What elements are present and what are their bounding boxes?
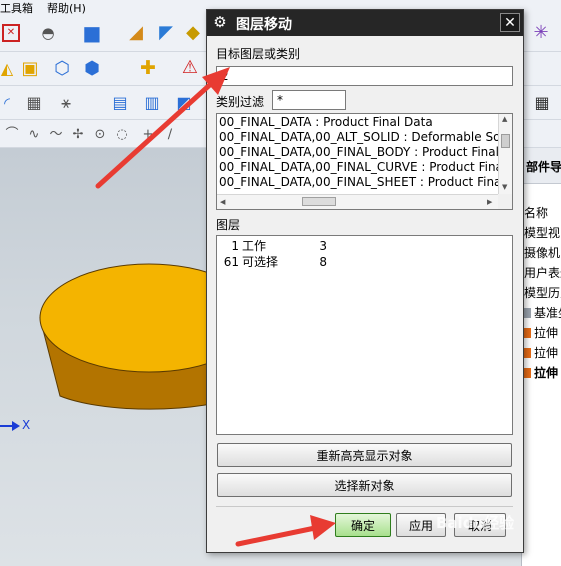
list-item[interactable]: 61 可选择 8	[219, 253, 327, 270]
list-item[interactable]: 00_FINAL_DATA : Product Final Data	[219, 115, 433, 129]
extrude-icon	[524, 328, 531, 338]
circle-icon[interactable]: ⊙	[92, 124, 108, 144]
scroll-thumb[interactable]	[501, 134, 510, 148]
spline-icon[interactable]: ∿	[26, 124, 42, 144]
category-list[interactable]: 00_FINAL_DATA : Product Final Data 00_FI…	[216, 113, 513, 210]
layer-move-icon[interactable]: ✚	[136, 56, 160, 80]
offset-face-icon[interactable]: ◤	[154, 22, 178, 44]
wave-icon[interactable]: 〜	[48, 124, 64, 144]
dialog-title: 图层移动	[236, 17, 292, 33]
grid-surface-icon[interactable]: ▥	[140, 92, 164, 114]
close-icon: ✕	[504, 14, 516, 31]
line-icon[interactable]: ∕	[162, 124, 178, 144]
list-item[interactable]: 00_FINAL_DATA,00_ALT_SOLID : Deformable …	[219, 130, 504, 144]
warning-icon[interactable]: ⚠	[178, 56, 202, 80]
nav-item-extrude-1[interactable]: 拉伸	[522, 324, 561, 344]
table-icon[interactable]: ▦	[530, 92, 554, 114]
point-icon[interactable]: ✢	[70, 124, 86, 144]
target-layer-label: 目标图层或类别	[216, 47, 301, 61]
trim-icon[interactable]: ◩	[172, 92, 196, 114]
nav-item-history[interactable]: 模型历史记录	[522, 284, 561, 304]
part-navigator: 部件导航器 名称 模型视图 摄像机 用户表达式 模型历史记录 基准坐标系 拉伸 …	[521, 148, 561, 566]
dialog-titlebar[interactable]: ⚙ 图层移动 ✕	[207, 10, 523, 36]
ellipse-icon[interactable]: ◌	[114, 124, 130, 144]
target-layer-input[interactable]	[216, 66, 513, 86]
scroll-down-icon[interactable]: ▼	[502, 183, 507, 191]
select-new-objects-button[interactable]: 选择新对象	[217, 473, 512, 497]
category-vertical-scrollbar[interactable]: ▲ ▼	[498, 114, 512, 194]
x-axis-arrow-icon	[12, 421, 20, 431]
gear-icon[interactable]: ⚙	[211, 13, 229, 31]
nav-item-datum[interactable]: 基准坐标系	[522, 304, 561, 324]
shell-icon[interactable]: ▣	[18, 58, 42, 80]
block-icon[interactable]: ■	[80, 22, 104, 44]
extrude-icon	[524, 348, 531, 358]
list-item[interactable]: 00_FINAL_DATA,00_FINAL_CURVE : Product F…	[219, 160, 506, 174]
category-horizontal-scrollbar[interactable]: ◀ ▶	[217, 194, 498, 209]
list-item[interactable]: 00_FINAL_DATA,00_FINAL_SHEET : Product F…	[219, 175, 505, 189]
section-icon[interactable]: ⬢	[80, 58, 104, 80]
pattern-icon[interactable]: ✳	[528, 22, 554, 44]
layer-list[interactable]: 1 工作 3 61 可选择 8	[216, 235, 513, 435]
layers-label: 图层	[216, 218, 241, 232]
view-icon[interactable]: ✕	[2, 24, 20, 42]
curve-icon[interactable]: ◜	[0, 92, 14, 114]
hole-icon[interactable]: ◓	[36, 22, 60, 44]
scroll-thumb[interactable]	[302, 197, 336, 206]
close-button[interactable]: ✕	[500, 13, 520, 32]
divider	[216, 506, 513, 507]
scroll-corner	[498, 194, 512, 209]
nav-item-model-views[interactable]: 模型视图	[522, 224, 561, 244]
sweep-icon[interactable]: ◭	[0, 58, 14, 80]
nav-item-extrude-3[interactable]: 拉伸	[522, 364, 561, 384]
x-axis-label: X	[22, 418, 31, 432]
ok-button[interactable]: 确定	[335, 513, 391, 537]
list-item[interactable]: 1 工作 3	[219, 237, 327, 254]
arc-icon[interactable]: ⌒	[4, 124, 20, 144]
datum-icon	[524, 308, 531, 318]
navigator-title: 部件导航器	[522, 148, 561, 184]
nav-item-expressions[interactable]: 用户表达式	[522, 264, 561, 284]
scroll-right-icon[interactable]: ▶	[487, 198, 492, 206]
list-item[interactable]: 00_FINAL_DATA,00_FINAL_BODY : Product Fi…	[219, 145, 499, 159]
draft-icon[interactable]: ⬡	[50, 58, 74, 80]
nav-item-name[interactable]: 名称	[522, 204, 561, 224]
category-filter-label: 类别过滤	[216, 95, 265, 109]
layer-move-dialog: ⚙ 图层移动 ✕ 目标图层或类别 类别过滤 00_FINAL_DATA : Pr…	[206, 9, 524, 553]
move-face-icon[interactable]: ◢	[124, 22, 148, 44]
replace-face-icon[interactable]: ◆	[182, 22, 204, 44]
surface-icon[interactable]: ▤	[108, 92, 132, 114]
scroll-left-icon[interactable]: ◀	[220, 198, 225, 206]
category-filter-input[interactable]	[272, 90, 346, 110]
csys-icon[interactable]: ⚹	[54, 92, 78, 114]
scroll-up-icon[interactable]: ▲	[502, 115, 507, 123]
mesh-icon[interactable]: ▦	[22, 92, 46, 114]
watermark: Baidu经验	[436, 514, 515, 532]
extrude-icon	[524, 368, 531, 378]
plus-icon[interactable]: +	[140, 124, 156, 144]
nav-item-cameras[interactable]: 摄像机	[522, 244, 561, 264]
rehighlight-objects-button[interactable]: 重新高亮显示对象	[217, 443, 512, 467]
nav-item-extrude-2[interactable]: 拉伸	[522, 344, 561, 364]
